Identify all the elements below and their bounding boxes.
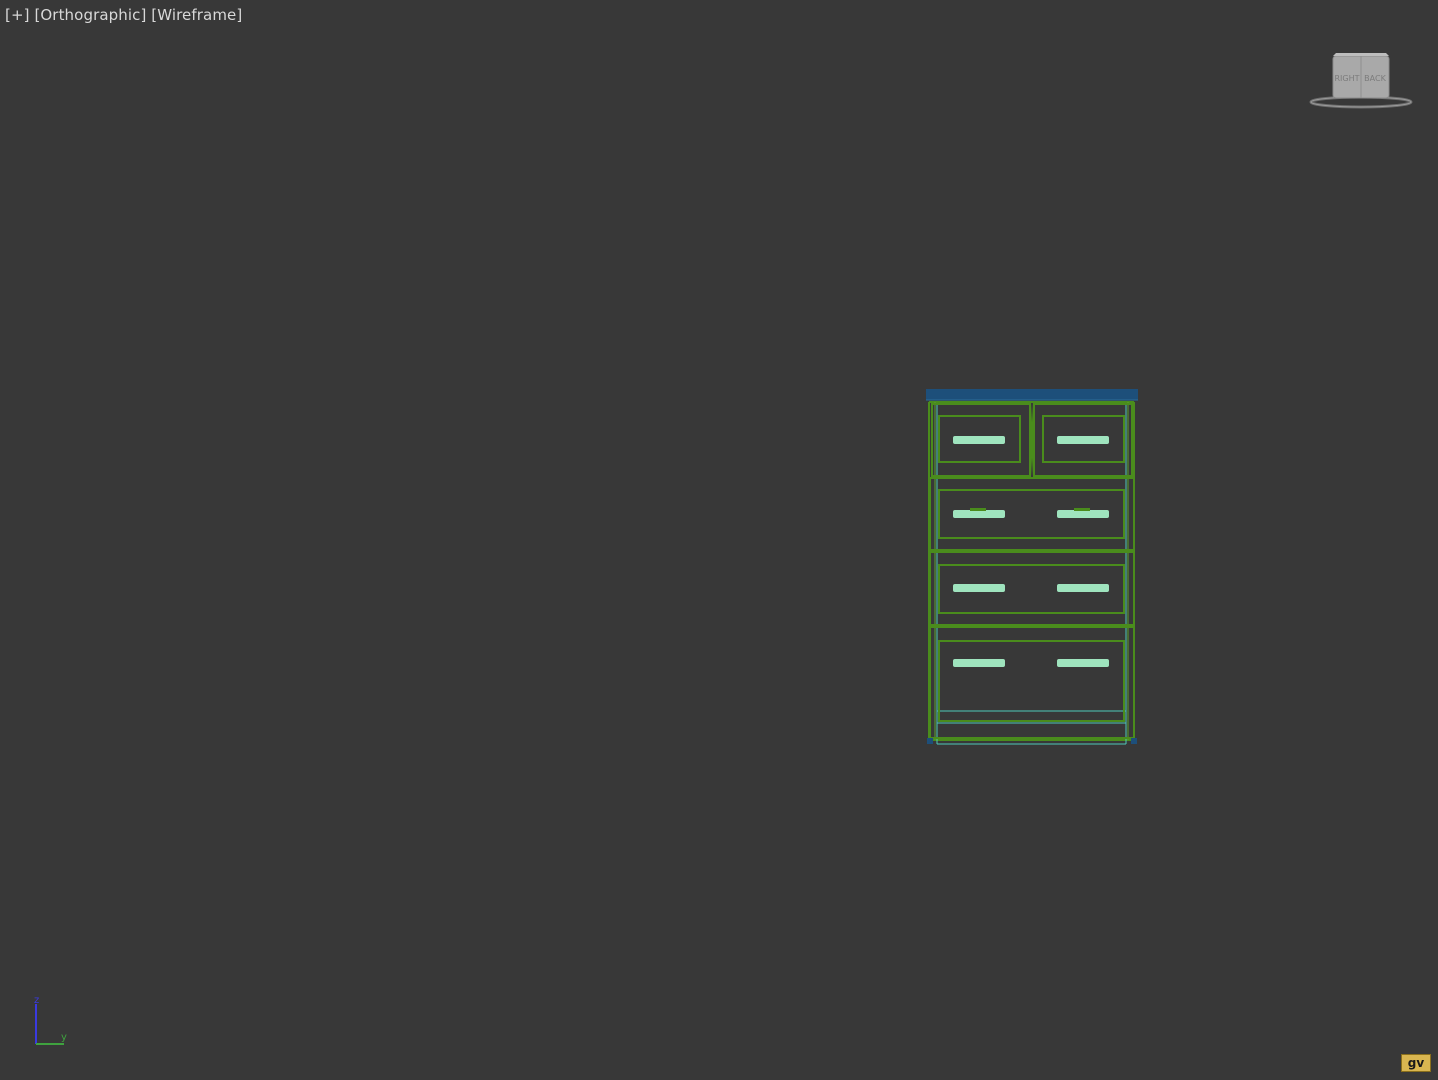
- drawer-handle: [1057, 584, 1109, 592]
- drawer-handle: [953, 659, 1005, 667]
- dresser-wireframe-model[interactable]: [920, 384, 1144, 750]
- drawer-row-4: [929, 626, 1135, 739]
- viewcube-face-back: BACK: [1364, 74, 1386, 83]
- viewcube-icon[interactable]: RIGHT BACK: [1306, 50, 1416, 112]
- shading-mode-button[interactable]: [Wireframe]: [151, 6, 242, 24]
- gv-badge[interactable]: gv: [1401, 1054, 1431, 1072]
- viewport-menu-button[interactable]: [+]: [5, 6, 30, 24]
- drawer-handle: [1057, 510, 1109, 518]
- axis-tripod-icon: z y: [34, 995, 67, 1045]
- dresser-top: [926, 389, 1138, 400]
- view-mode-button[interactable]: [Orthographic]: [34, 6, 146, 24]
- axis-z-label: z: [34, 995, 39, 1006]
- viewcube-face-right: RIGHT: [1334, 74, 1359, 83]
- viewport-orthographic[interactable]: [+] [Orthographic] [Wireframe] RIGHT BAC…: [0, 0, 1438, 1080]
- drawer-handle: [1057, 659, 1109, 667]
- drawer-handle: [953, 584, 1005, 592]
- drawer-handle: [953, 510, 1005, 518]
- viewport-label: [+] [Orthographic] [Wireframe]: [5, 6, 242, 24]
- drawer-handle: [1057, 436, 1109, 444]
- axis-y-label: y: [61, 1032, 67, 1043]
- drawer-handle: [953, 436, 1005, 444]
